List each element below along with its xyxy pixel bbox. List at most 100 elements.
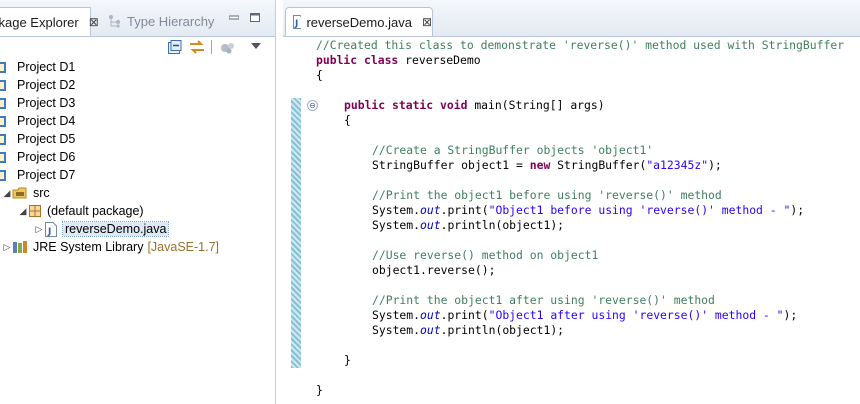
string-literal: "Object1 after using 'reverse()' method … — [488, 308, 784, 322]
svg-text:J: J — [294, 19, 298, 29]
code-text: StringBuffer object1 = — [372, 158, 530, 172]
static-field: out — [420, 203, 441, 217]
code-text: .print( — [440, 308, 489, 322]
tree-item-project-d2[interactable]: Project D2 — [0, 76, 75, 94]
code-line: } — [316, 383, 323, 397]
collapsed-arrow-icon[interactable]: ▷ — [2, 242, 12, 253]
code-text: System. — [372, 308, 421, 322]
close-icon[interactable]: ⊠ — [89, 15, 99, 29]
package-explorer-panel: ckage Explorer ⊠ Type Hierarchy Project … — [0, 0, 276, 404]
code-line: //Print the object1 before using 'revers… — [372, 188, 722, 202]
tree-item-label: Project D6 — [17, 150, 76, 164]
tree-item-src[interactable]: ◢ src — [2, 184, 50, 202]
project-icon — [0, 80, 6, 91]
link-with-editor-icon[interactable] — [189, 40, 205, 54]
code-text: System. — [372, 323, 421, 337]
maximize-icon[interactable] — [250, 13, 260, 22]
project-icon — [0, 152, 6, 163]
close-icon[interactable]: ⊠ — [422, 15, 432, 29]
tree-item-project-d3[interactable]: Project D3 — [0, 94, 75, 112]
code-text: .print( — [440, 203, 489, 217]
keyword: public static void — [344, 98, 475, 112]
dropdown-icon[interactable] — [251, 43, 261, 49]
tree-item-project-d5[interactable]: Project D5 — [0, 130, 75, 148]
left-tab-bar: ckage Explorer ⊠ Type Hierarchy — [0, 0, 275, 37]
explorer-toolbar — [0, 37, 275, 57]
code-line: } — [344, 353, 351, 367]
tree-item-label: Project D2 — [17, 78, 76, 92]
string-literal: "Object1 before using 'reverse()' method… — [488, 203, 791, 217]
tree-item-project-d7[interactable]: Project D7 — [0, 166, 75, 184]
code-text: ); — [783, 308, 798, 322]
code-line: //Created this class to demonstrate 'rev… — [316, 38, 845, 52]
static-field: out — [420, 218, 441, 232]
code-line: public class reverseDemo — [316, 53, 481, 68]
collapsed-arrow-icon[interactable]: ▷ — [34, 224, 44, 235]
project-icon — [0, 170, 6, 181]
tree-item-label: Project D1 — [17, 60, 76, 74]
library-icon — [13, 241, 27, 253]
static-field: out — [420, 308, 441, 322]
java-file-icon: J — [45, 221, 57, 237]
static-field: out — [420, 323, 441, 337]
code-line: System.out.println(object1); — [372, 323, 564, 338]
tree-item-label: Project D5 — [17, 132, 76, 146]
tab-package-explorer[interactable]: ckage Explorer ⊠ — [0, 7, 99, 36]
tab-package-explorer-label: ckage Explorer — [0, 14, 79, 30]
code-line: System.out.println(object1); — [372, 218, 564, 233]
code-line: //Use reverse() method on object1 — [372, 248, 599, 262]
project-icon — [0, 98, 6, 109]
code-text: System. — [372, 218, 421, 232]
code-text: .println(object1); — [440, 323, 565, 337]
code-text: ); — [708, 158, 722, 172]
code-line: System.out.print("Object1 after using 'r… — [372, 308, 797, 323]
tree-item-label: (default package) — [47, 204, 144, 218]
tree-item-project-d4[interactable]: Project D4 — [0, 112, 75, 130]
tree-item-default-package[interactable]: ◢ (default package) — [18, 202, 144, 220]
code-line: public static void main(String[] args) — [344, 98, 605, 113]
class-name: reverseDemo — [405, 53, 481, 67]
code-line: System.out.print("Object1 before using '… — [372, 203, 804, 218]
editor-tab-bar: J reverseDemo.java ⊠ — [283, 0, 860, 37]
source-folder-icon — [12, 187, 27, 199]
expanded-arrow-icon[interactable]: ◢ — [2, 188, 12, 199]
code-text: .println(object1); — [440, 218, 565, 232]
tab-type-hierarchy-label: Type Hierarchy — [127, 13, 215, 29]
tree-item-reversedemo-java[interactable]: ▷ J reverseDemo.java — [34, 220, 170, 238]
collapse-all-icon[interactable] — [168, 40, 182, 54]
code-line: { — [316, 68, 323, 82]
tab-type-hierarchy[interactable]: Type Hierarchy — [108, 7, 214, 35]
tree-item-project-d1[interactable]: Project D1 — [0, 58, 75, 76]
code-line: //Print the object1 after using 'reverse… — [372, 293, 715, 307]
tree-item-project-d6[interactable]: Project D6 — [0, 148, 75, 166]
keyword: new — [529, 158, 551, 172]
project-icon — [0, 116, 6, 127]
view-menu-icon[interactable] — [220, 40, 236, 54]
java-file-icon: J — [293, 15, 302, 29]
tab-reversedemo-java[interactable]: J reverseDemo.java ⊠ — [285, 7, 433, 36]
editor-tab-label: reverseDemo.java — [306, 14, 412, 30]
code-line: StringBuffer object1 = new StringBuffer(… — [372, 158, 722, 173]
project-icon — [0, 134, 6, 145]
code-line: { — [344, 113, 351, 127]
tree-item-label: Project D4 — [17, 114, 76, 128]
editor-panel: J reverseDemo.java ⊠ ⊖ //Created this cl… — [283, 0, 860, 404]
fold-collapse-icon[interactable]: ⊖ — [307, 100, 318, 111]
expanded-arrow-icon[interactable]: ◢ — [18, 206, 28, 217]
package-icon — [29, 205, 41, 217]
code-line: //Create a StringBuffer objects 'object1… — [372, 143, 654, 157]
project-icon — [0, 62, 6, 73]
code-line: object1.reverse(); — [372, 263, 496, 277]
tree-item-label: reverseDemo.java — [61, 221, 170, 237]
jre-version-label: [JavaSE-1.7] — [147, 240, 220, 254]
tree-item-label: Project D7 — [17, 168, 76, 182]
code-text: StringBuffer( — [550, 158, 647, 172]
code-text: ); — [790, 203, 805, 217]
code-text: System. — [372, 203, 421, 217]
minimize-icon[interactable] — [229, 13, 239, 22]
toolbar-separator — [211, 40, 212, 54]
tree-item-label: Project D3 — [17, 96, 76, 110]
tree-item-jre-library[interactable]: ▷ JRE System Library [JavaSE-1.7] — [2, 238, 220, 256]
svg-text:J: J — [47, 227, 51, 237]
change-ruler — [291, 98, 301, 368]
